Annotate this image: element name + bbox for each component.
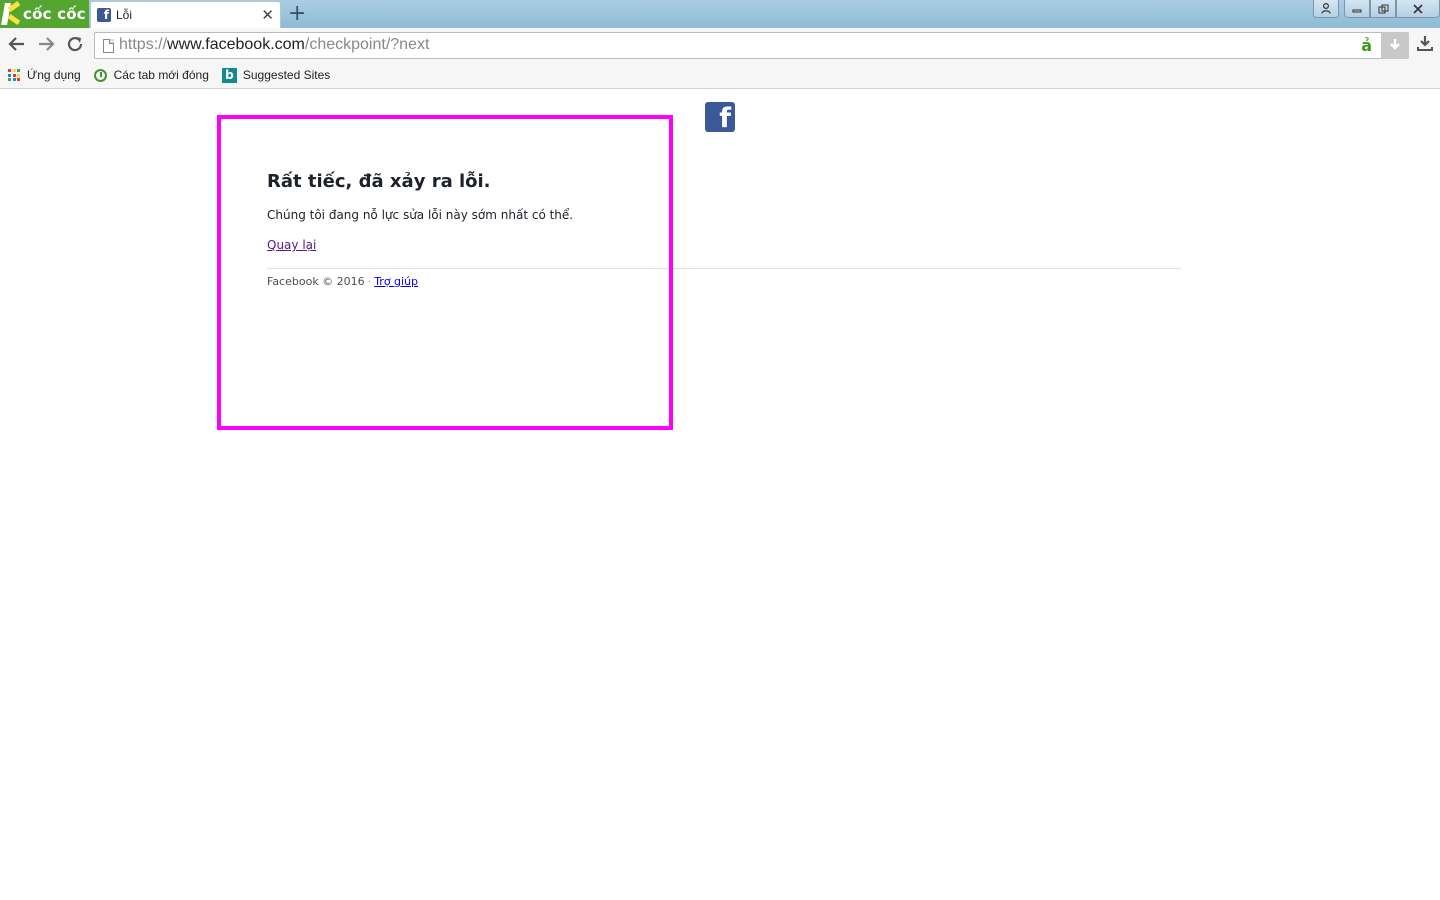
coccoc-menu-button[interactable]: cốc cốc [0,0,89,28]
reload-icon[interactable] [65,35,85,55]
coccoc-logo-icon [0,0,22,28]
bing-icon: b [221,67,237,83]
facebook-favicon-icon: f [97,8,111,22]
forward-arrow-icon[interactable] [36,35,56,55]
savior-download-icon[interactable] [1381,32,1409,59]
downloads-icon[interactable] [1416,34,1434,57]
address-bar[interactable]: https://www.facebook.com/checkpoint/?nex… [94,32,1409,59]
bookmark-suggested-sites[interactable]: b Suggested Sites [221,67,331,83]
minimize-button[interactable] [1344,0,1370,18]
bookmark-recent-tabs[interactable]: Các tab mới đóng [93,68,209,82]
tab-active[interactable]: f Lỗi ✕ [90,1,281,28]
highlight-annotation-box [217,115,673,430]
bookmarks-bar: Ứng dụng Các tab mới đóng b Suggested Si… [0,62,1440,89]
tab-title: Lỗi [116,8,133,22]
bookmark-label: Suggested Sites [242,68,331,82]
bookmark-label: Ứng dụng [27,68,81,82]
browser-toolbar: https://www.facebook.com/checkpoint/?nex… [0,28,1440,62]
page-icon [103,39,114,53]
recent-clock-icon [93,68,107,82]
user-profile-icon[interactable] [1313,0,1339,18]
new-tab-button[interactable]: + [288,2,306,26]
bookmark-label: Các tab mới đóng [113,68,209,82]
browser-title-bar: cốc cốc f Lỗi ✕ + [0,0,1440,28]
window-controls [1313,0,1440,20]
url-text[interactable]: https://www.facebook.com/checkpoint/?nex… [119,36,429,54]
bookmark-apps[interactable]: Ứng dụng [8,68,81,82]
close-window-button[interactable] [1396,0,1440,18]
vietnamese-input-icon[interactable]: ả [1361,36,1372,55]
facebook-logo-icon[interactable]: f [705,102,735,132]
page-content: f Rất tiếc, đã xảy ra lỗi. Chúng tôi đan… [0,90,1440,900]
apps-grid-icon [8,69,20,81]
restore-button[interactable] [1370,0,1396,18]
brand-label: cốc cốc [23,5,86,23]
back-arrow-icon[interactable] [7,35,27,55]
tab-close-icon[interactable]: ✕ [261,6,274,24]
